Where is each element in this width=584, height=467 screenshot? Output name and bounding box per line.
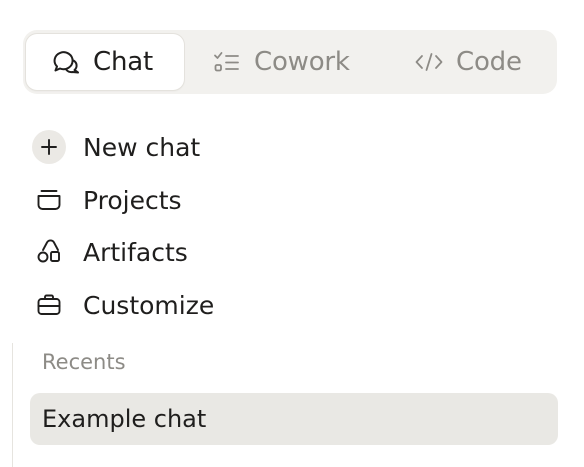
briefcase-icon <box>32 288 66 322</box>
nav-new-chat[interactable]: New chat <box>32 127 200 167</box>
tab-code[interactable]: Code <box>414 34 554 90</box>
nav-artifacts-label: Artifacts <box>83 237 188 267</box>
tab-chat-label: Chat <box>93 47 153 77</box>
nav-customize[interactable]: Customize <box>32 285 214 325</box>
nav-projects-label: Projects <box>83 185 182 215</box>
code-brackets-icon <box>414 50 444 74</box>
artifacts-shapes-icon <box>32 235 66 269</box>
tab-chat[interactable]: Chat <box>26 34 184 90</box>
plus-icon <box>32 130 66 164</box>
checklist-icon <box>212 49 242 75</box>
recents-divider <box>12 343 13 467</box>
nav-new-chat-label: New chat <box>83 132 201 162</box>
recent-chat-item[interactable]: Example chat <box>30 393 558 445</box>
folder-icon <box>32 183 66 217</box>
tab-code-label: Code <box>456 47 522 77</box>
chat-bubbles-icon <box>53 49 81 75</box>
nav-customize-label: Customize <box>83 290 215 320</box>
tab-cowork[interactable]: Cowork <box>212 34 384 90</box>
mode-switcher: Chat Cowork Code <box>23 30 557 94</box>
recents-heading: Recents <box>42 350 126 374</box>
recent-chat-label: Example chat <box>42 405 207 433</box>
nav-projects[interactable]: Projects <box>32 180 182 220</box>
nav-artifacts[interactable]: Artifacts <box>32 232 188 272</box>
sidebar: Chat Cowork Code New chat Projects Artif… <box>0 0 584 467</box>
tab-cowork-label: Cowork <box>254 47 350 77</box>
